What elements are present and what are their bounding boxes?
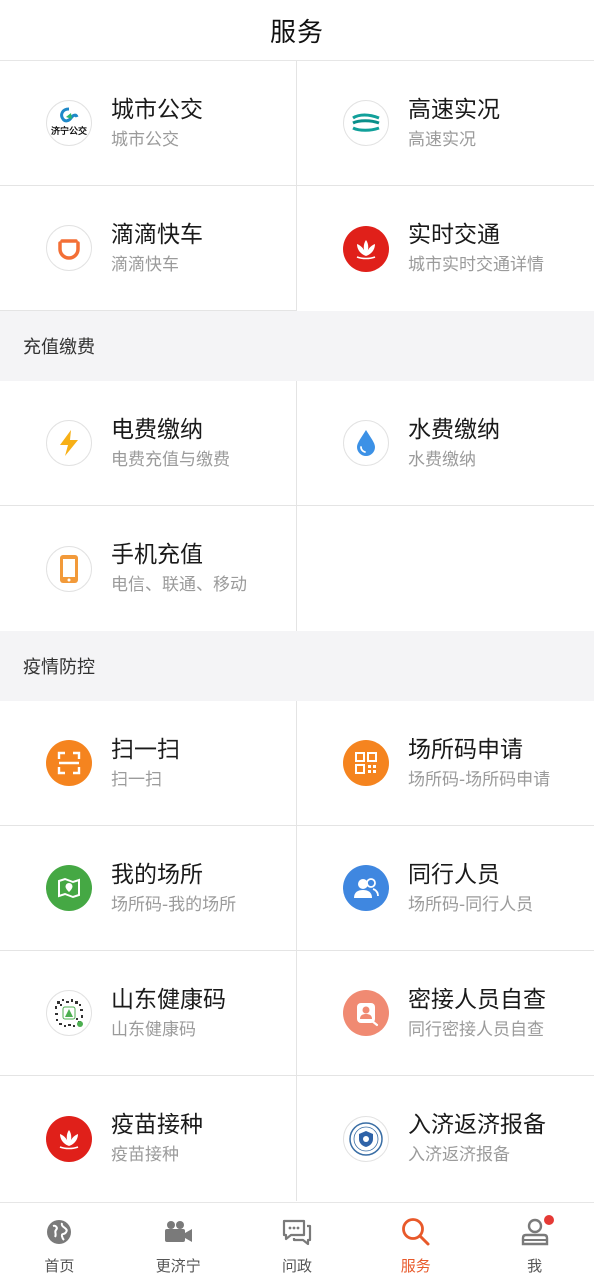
tile-title: 城市公交 [111,96,203,123]
tile-subtitle: 场所码-我的场所 [111,894,237,915]
tile-subtitle: 疫苗接种 [111,1145,179,1165]
service-tile-companions[interactable]: 同行人员 场所码-同行人员 [297,826,594,951]
health-qr-icon [46,990,92,1036]
section-title: 充值缴费 [23,337,95,358]
tile-subtitle: 城市实时交通详情 [408,255,544,275]
section-title: 疫情防控 [23,657,95,678]
tile-title: 密接人员自查 [408,986,546,1013]
tile-subtitle: 山东健康码 [111,1019,196,1040]
tile-subtitle: 高速实况 [408,129,476,150]
tab-label: 我 [527,1257,543,1275]
service-tile-health-code[interactable]: 山东健康码 山东健康码 [0,951,297,1076]
tile-subtitle: 场所码-场所码申请 [408,769,551,790]
search-icon [399,1215,433,1249]
video-camera-icon [161,1215,195,1249]
tile-subtitle: 电信、联通、移动 [111,575,247,595]
tile-title: 手机充值 [111,542,203,568]
tile-title: 入济返济报备 [408,1112,546,1138]
map-icon [46,865,92,911]
water-drop-icon [343,420,389,466]
tab-more-jining[interactable]: 更济宁 [119,1203,238,1280]
notification-dot [543,1215,554,1225]
tile-title: 疫苗接种 [111,1112,203,1138]
tile-title: 水费缴纳 [408,416,500,443]
tile-subtitle: 同行密接人员自查 [408,1019,544,1040]
tile-title: 场所码申请 [408,736,523,763]
empty-tile [297,506,594,631]
service-tile-water[interactable]: 水费缴纳 水费缴纳 [297,381,594,506]
person-check-icon [343,990,389,1036]
section-header-recharge: 充值缴费 [0,311,594,381]
phone-icon [46,545,92,592]
tab-label: 更济宁 [155,1257,201,1275]
lotus-icon [343,225,389,272]
service-list: 济宁公交 城市公交 城市公交 高速实况 高速实况 滴滴快车 滴滴快车 实时交通 … [0,61,594,1201]
service-tile-city-bus[interactable]: 济宁公交 城市公交 城市公交 [0,61,297,186]
svg-text:济宁公交: 济宁公交 [51,125,87,137]
tile-title: 滴滴快车 [111,221,203,248]
tile-title: 电费缴纳 [111,416,203,443]
tile-subtitle: 场所码-同行人员 [408,894,534,915]
chat-bubbles-icon [280,1215,314,1249]
traffic-grid: 济宁公交 城市公交 城市公交 高速实况 高速实况 滴滴快车 滴滴快车 实时交通 … [0,61,594,311]
scan-icon [46,740,92,786]
tile-title: 山东健康码 [111,986,226,1013]
tile-title: 实时交通 [408,222,500,248]
people-icon [343,865,389,911]
service-tile-vaccination[interactable]: 疫苗接种 疫苗接种 [0,1076,297,1201]
vaccine-lotus-icon [46,1115,92,1162]
lightning-icon [46,420,92,466]
badge-shield-icon [343,1115,389,1162]
tab-label: 问政 [281,1257,312,1275]
service-tile-didi[interactable]: 滴滴快车 滴滴快车 [0,186,297,311]
tab-services[interactable]: 服务 [356,1203,475,1280]
user-icon [518,1215,554,1249]
service-tile-scan[interactable]: 扫一扫 扫一扫 [0,701,297,826]
tab-politics[interactable]: 问政 [238,1203,357,1280]
service-tile-highway[interactable]: 高速实况 高速实况 [297,61,594,186]
tile-title: 同行人员 [408,861,500,888]
bottom-tab-bar: 首页 更济宁 问政 服务 我 [0,1202,594,1280]
tile-subtitle: 城市公交 [111,129,179,150]
tile-title: 高速实况 [408,96,500,123]
tile-subtitle: 水费缴纳 [408,449,476,470]
highway-icon [343,100,389,146]
didi-icon [46,225,92,271]
tile-subtitle: 入济返济报备 [408,1145,510,1165]
service-tile-entry-report[interactable]: 入济返济报备 入济返济报备 [297,1076,594,1201]
tab-label: 服务 [400,1257,431,1275]
tab-home[interactable]: 首页 [0,1203,119,1280]
tile-subtitle: 电费充值与缴费 [111,449,230,470]
service-tile-my-venue[interactable]: 我的场所 场所码-我的场所 [0,826,297,951]
tile-title: 我的场所 [111,861,203,888]
globe-icon [42,1215,76,1249]
qr-code-icon [343,740,389,786]
tile-title: 扫一扫 [111,736,180,763]
tab-label: 首页 [44,1257,75,1275]
tab-me[interactable]: 我 [475,1203,594,1280]
recharge-grid: 电费缴纳 电费充值与缴费 水费缴纳 水费缴纳 手机充值 电信、联通、移动 [0,381,594,631]
tile-subtitle: 滴滴快车 [111,254,179,275]
service-tile-phone-topup[interactable]: 手机充值 电信、联通、移动 [0,506,297,631]
epidemic-grid: 扫一扫 扫一扫 场所码申请 场所码-场所码申请 我的场所 场所码-我的场所 同行… [0,701,594,1201]
section-header-epidemic: 疫情防控 [0,631,594,701]
page-title: 服务 [269,17,324,48]
bus-logo-icon: 济宁公交 [46,100,92,146]
service-tile-venue-code[interactable]: 场所码申请 场所码-场所码申请 [297,701,594,826]
service-tile-contact-check[interactable]: 密接人员自查 同行密接人员自查 [297,951,594,1076]
service-tile-live-traffic[interactable]: 实时交通 城市实时交通详情 [297,186,594,311]
page-header: 服务 [0,0,594,61]
service-tile-electricity[interactable]: 电费缴纳 电费充值与缴费 [0,381,297,506]
tile-subtitle: 扫一扫 [111,769,162,790]
